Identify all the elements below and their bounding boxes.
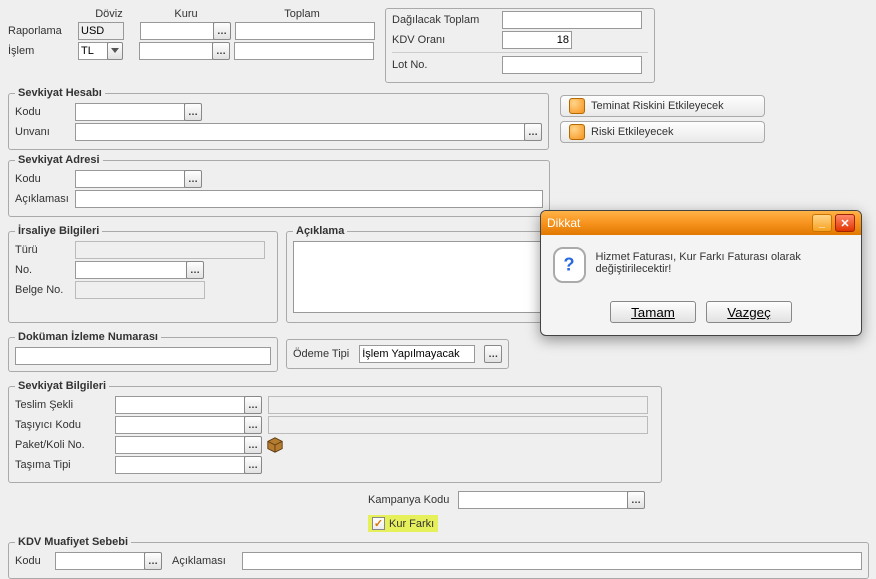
dokuman-input[interactable] xyxy=(15,347,271,365)
orange-icon xyxy=(569,98,585,114)
dagilacak-toplam-input[interactable] xyxy=(502,11,642,29)
sa-kodu-label: Kodu xyxy=(15,173,75,185)
kampanya-kodu-input[interactable] xyxy=(458,491,628,509)
sa-kodu-lookup-button[interactable]: … xyxy=(184,170,202,188)
teslim-sekli-label: Teslim Şekli xyxy=(15,399,115,411)
irsaliye-no-input[interactable] xyxy=(75,261,187,279)
irsaliye-no-label: No. xyxy=(15,264,75,276)
paket-koli-label: Paket/Koli No. xyxy=(15,439,115,451)
islem-toplam-input[interactable] xyxy=(234,42,374,60)
tasima-tipi-lookup-button[interactable]: … xyxy=(244,456,262,474)
dialog-ok-button[interactable]: Tamam xyxy=(610,301,696,323)
sa-kodu-input[interactable] xyxy=(75,170,185,188)
kur-farki-label: Kur Farkı xyxy=(389,518,434,530)
tasima-tipi-label: Taşıma Tipi xyxy=(15,459,115,471)
aciklama-fieldset: Açıklama xyxy=(286,225,548,323)
sh-kodu-label: Kodu xyxy=(15,106,75,118)
islem-label: İşlem xyxy=(8,45,78,57)
irsaliye-fieldset: İrsaliye Bilgileri Türü No. … Belge No. xyxy=(8,225,278,323)
dialog-title-text: Dikkat xyxy=(547,216,580,230)
irsaliye-legend: İrsaliye Bilgileri xyxy=(15,225,102,237)
kdv-kodu-label: Kodu xyxy=(15,555,55,567)
sh-kodu-lookup-button[interactable]: … xyxy=(184,103,202,121)
dialog-minimize-button[interactable]: _ xyxy=(812,214,832,232)
irsaliye-belgeno-input xyxy=(75,281,205,299)
irsaliye-belgeno-label: Belge No. xyxy=(15,284,75,296)
sevkiyat-adresi-fieldset: Sevkiyat Adresi Kodu … Açıklaması xyxy=(8,154,550,217)
kdv-muafiyet-fieldset: KDV Muafiyet Sebebi Kodu … Açıklaması xyxy=(8,536,869,579)
kampanya-kodu-label: Kampanya Kodu xyxy=(368,494,458,506)
raporlama-label: Raporlama xyxy=(8,25,78,37)
kur-farki-checkbox[interactable] xyxy=(372,517,385,530)
odeme-tipi-label: Ödeme Tipi xyxy=(293,348,349,360)
raporlama-doviz-input xyxy=(78,22,124,40)
kampanya-kodu-lookup-button[interactable]: … xyxy=(627,491,645,509)
dialog-message: Hizmet Faturası, Kur Farkı Faturası olar… xyxy=(596,247,849,275)
raporlama-kuru-lookup-button[interactable]: … xyxy=(213,22,231,40)
sa-aciklamasi-input[interactable] xyxy=(75,190,543,208)
kdv-orani-input[interactable] xyxy=(502,31,572,49)
dialog-close-button[interactable]: ✕ xyxy=(835,214,855,232)
dikkat-dialog: Dikkat _ ✕ ? Hizmet Faturası, Kur Farkı … xyxy=(540,210,862,336)
raporlama-toplam-input[interactable] xyxy=(235,22,375,40)
col-doviz-header: Döviz xyxy=(78,8,140,20)
svg-text:?: ? xyxy=(564,254,575,275)
aciklama-legend: Açıklama xyxy=(293,225,347,237)
islem-doviz-dropdown-button[interactable] xyxy=(107,42,123,60)
kdv-aciklamasi-label: Açıklaması xyxy=(172,555,242,567)
kdv-kodu-input[interactable] xyxy=(55,552,145,570)
sevkiyat-bilgileri-fieldset: Sevkiyat Bilgileri Teslim Şekli … Taşıyı… xyxy=(8,380,662,483)
teminat-risk-label: Teminat Riskini Etkileyecek xyxy=(591,100,724,112)
dokuman-legend: Doküman İzleme Numarası xyxy=(15,331,161,343)
risk-label: Riski Etkileyecek xyxy=(591,126,674,138)
sh-unvani-lookup-button[interactable]: … xyxy=(524,123,542,141)
package-icon[interactable] xyxy=(266,436,284,454)
kdv-orani-label: KDV Oranı xyxy=(392,34,502,46)
islem-kuru-lookup-button[interactable]: … xyxy=(212,42,230,60)
raporlama-kuru-input[interactable] xyxy=(140,22,214,40)
tasiyici-kodu-desc xyxy=(268,416,648,434)
paket-koli-input[interactable] xyxy=(115,436,245,454)
lot-no-label: Lot No. xyxy=(392,59,502,71)
sevkiyat-hesabi-fieldset: Sevkiyat Hesabı Kodu … Unvanı … xyxy=(8,87,549,150)
irsaliye-no-lookup-button[interactable]: … xyxy=(186,261,204,279)
odeme-tipi-input[interactable] xyxy=(359,345,475,363)
kdv-aciklamasi-input[interactable] xyxy=(242,552,862,570)
sh-kodu-input[interactable] xyxy=(75,103,185,121)
sh-unvani-input[interactable] xyxy=(75,123,525,141)
lot-no-input[interactable] xyxy=(502,56,642,74)
irsaliye-turu-input xyxy=(75,241,265,259)
odeme-tipi-lookup-button[interactable]: … xyxy=(484,345,502,363)
teslim-sekli-input[interactable] xyxy=(115,396,245,414)
tasiyici-kodu-input[interactable] xyxy=(115,416,245,434)
kdv-kodu-lookup-button[interactable]: … xyxy=(144,552,162,570)
col-kuru-header: Kuru xyxy=(140,8,232,20)
sa-aciklamasi-label: Açıklaması xyxy=(15,193,75,205)
dialog-cancel-button[interactable]: Vazgeç xyxy=(706,301,792,323)
dokuman-fieldset: Doküman İzleme Numarası xyxy=(8,331,278,372)
orange-icon xyxy=(569,124,585,140)
dagilacak-toplam-label: Dağılacak Toplam xyxy=(392,14,502,26)
sevkiyat-hesabi-legend: Sevkiyat Hesabı xyxy=(15,87,105,99)
teminat-risk-button[interactable]: Teminat Riskini Etkileyecek xyxy=(560,95,765,117)
risk-button[interactable]: Riski Etkileyecek xyxy=(560,121,765,143)
sevkiyat-adresi-legend: Sevkiyat Adresi xyxy=(15,154,103,166)
question-icon: ? xyxy=(553,247,586,283)
sevkiyat-bilgileri-legend: Sevkiyat Bilgileri xyxy=(15,380,109,392)
tasiyici-kodu-label: Taşıyıcı Kodu xyxy=(15,419,115,431)
paket-koli-lookup-button[interactable]: … xyxy=(244,436,262,454)
irsaliye-turu-label: Türü xyxy=(15,244,75,256)
islem-doviz-input[interactable] xyxy=(78,42,108,60)
teslim-sekli-lookup-button[interactable]: … xyxy=(244,396,262,414)
kur-farki-highlight: Kur Farkı xyxy=(368,515,438,532)
aciklama-textarea[interactable] xyxy=(293,241,541,313)
islem-kuru-input[interactable] xyxy=(139,42,213,60)
sh-unvani-label: Unvanı xyxy=(15,126,75,138)
teslim-sekli-desc xyxy=(268,396,648,414)
col-toplam-header: Toplam xyxy=(232,8,372,20)
dialog-titlebar[interactable]: Dikkat _ ✕ xyxy=(541,211,861,235)
tasima-tipi-input[interactable] xyxy=(115,456,245,474)
kdv-muafiyet-legend: KDV Muafiyet Sebebi xyxy=(15,536,131,548)
tasiyici-kodu-lookup-button[interactable]: … xyxy=(244,416,262,434)
